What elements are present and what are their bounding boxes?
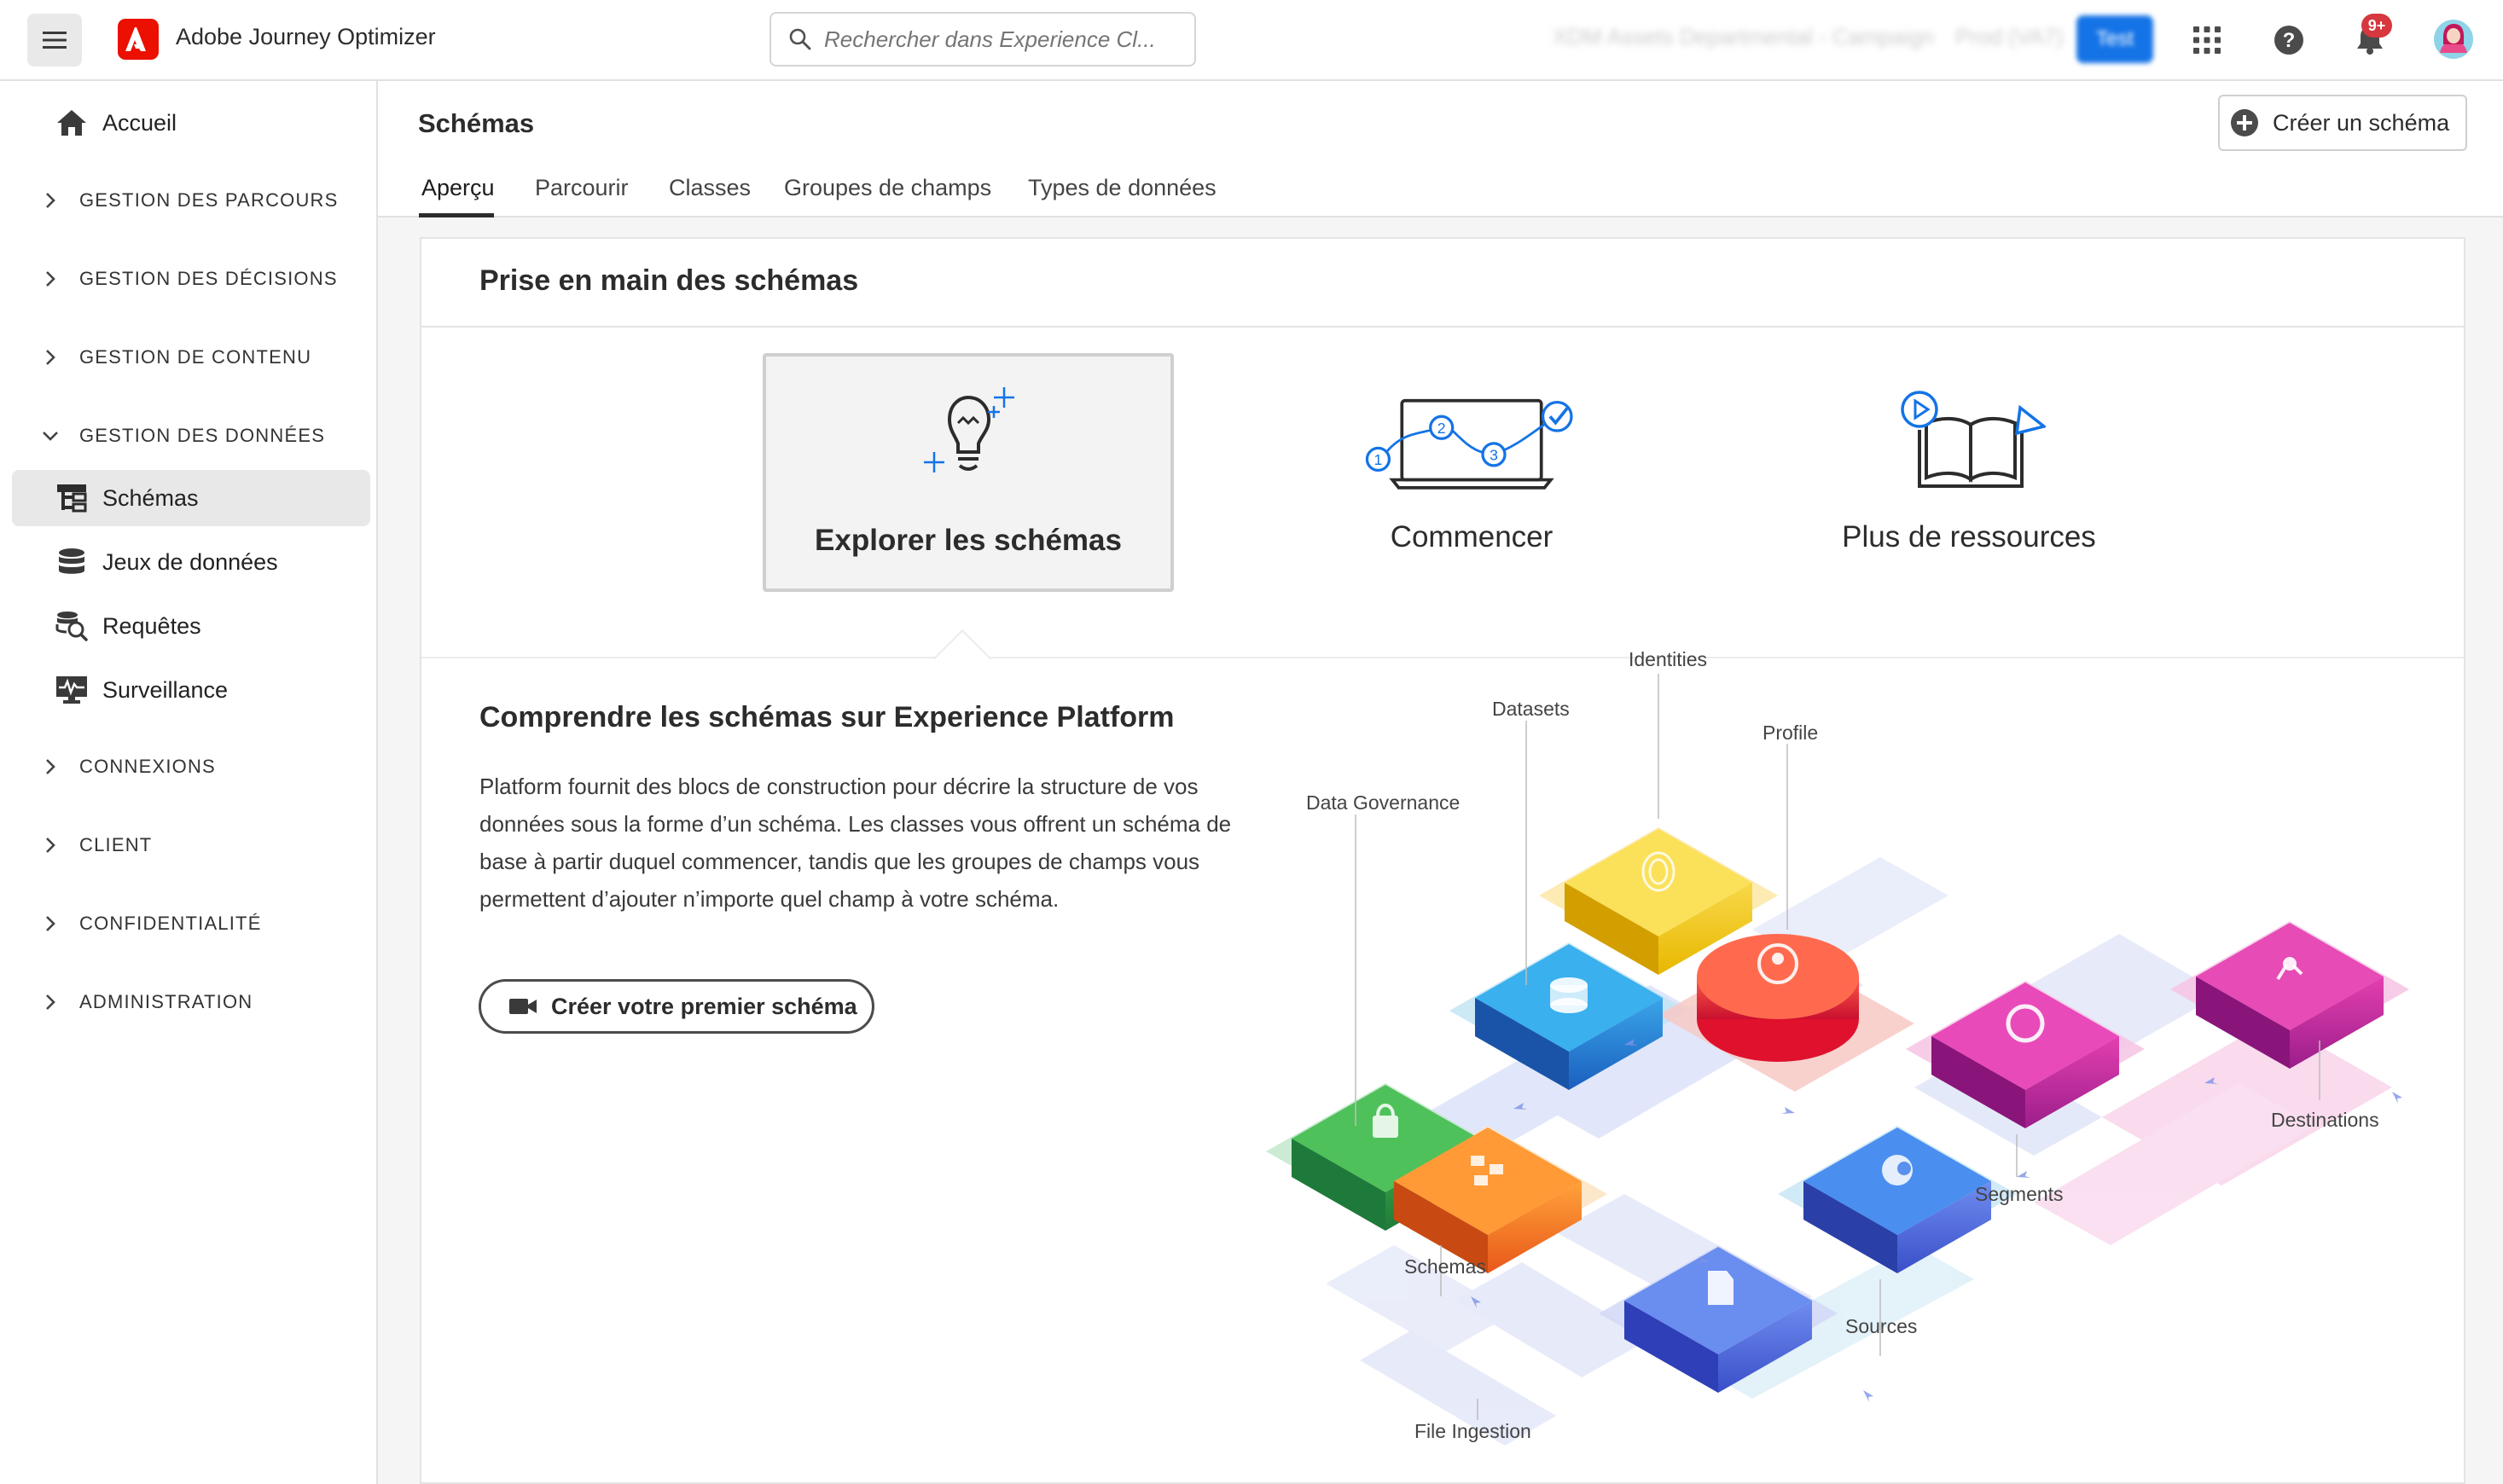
query-icon	[55, 609, 89, 643]
chevron-right-icon	[46, 994, 55, 1010]
sidebar-item-monitoring[interactable]: Surveillance	[12, 662, 370, 718]
option-explore-schemas[interactable]: Explorer les schémas	[763, 353, 1174, 592]
monitoring-icon	[55, 673, 89, 707]
diagram-label-sources: Sources	[1845, 1315, 1918, 1337]
help-button[interactable]: ?	[2269, 20, 2308, 60]
sidebar-item-datasets[interactable]: Jeux de données	[12, 534, 370, 590]
lightbulb-icon	[857, 385, 1079, 505]
create-schema-button[interactable]: Créer un schéma	[2218, 95, 2467, 151]
chevron-right-icon	[46, 759, 55, 774]
page-title: Schémas	[418, 108, 535, 138]
top-bar: Adobe Journey Optimizer XDM Assets Depar…	[0, 0, 2503, 81]
database-icon	[55, 545, 89, 579]
sidebar-section-administration[interactable]: ADMINISTRATION	[12, 977, 370, 1028]
apps-grid-button[interactable]	[2187, 20, 2227, 60]
sidebar-section-journeys[interactable]: GESTION DES PARCOURS	[12, 175, 370, 226]
app-title[interactable]: Adobe Journey Optimizer	[176, 24, 436, 50]
sidebar-section-privacy[interactable]: CONFIDENTIALITÉ	[12, 898, 370, 949]
laptop-steps-icon: 1 2 3	[1361, 382, 1583, 501]
card-title: Prise en main des schémas	[479, 264, 859, 297]
org-switcher[interactable]: XDM Assets Departmental - Campaign	[1553, 24, 1934, 50]
apps-grid-icon	[2193, 26, 2221, 54]
sidebar-section-content[interactable]: GESTION DE CONTENU	[12, 332, 370, 383]
video-camera-icon	[509, 999, 537, 1014]
sidebar-item-home[interactable]: Accueil	[12, 95, 370, 151]
diagram-label-datasets: Datasets	[1492, 698, 1570, 720]
chevron-right-icon	[46, 271, 55, 287]
tab-field-groups[interactable]: Groupes de champs	[784, 175, 991, 201]
option-label: Plus de ressources	[1842, 520, 2096, 554]
diagram-label-file-ingestion: File Ingestion	[1414, 1420, 1531, 1442]
tab-classes[interactable]: Classes	[669, 175, 751, 201]
adobe-a-icon	[125, 27, 146, 51]
sidebar-item-queries[interactable]: Requêtes	[12, 598, 370, 654]
option-more-resources[interactable]: Plus de ressources	[1763, 353, 2175, 592]
page-header: Schémas Créer un schéma Aperçu Parcourir…	[378, 81, 2503, 217]
create-first-schema-button[interactable]: Créer votre premier schéma	[479, 979, 874, 1034]
sidebar-section-data[interactable]: GESTION DES DONNÉES	[12, 410, 370, 461]
chevron-down-icon	[43, 432, 58, 441]
intro-paragraph: Platform fournit des blocs de constructi…	[479, 774, 1232, 912]
getting-started-card: Prise en main des schémas Explorer les s…	[420, 237, 2465, 1484]
user-avatar-button[interactable]	[2433, 19, 2474, 60]
diagram-label-data-governance: Data Governance	[1306, 791, 1461, 814]
diagram-label-identities: Identities	[1629, 648, 1708, 670]
chevron-right-icon	[46, 838, 55, 853]
home-icon	[55, 106, 89, 140]
help-icon: ?	[2274, 26, 2303, 55]
sandbox-switcher[interactable]: Prod (VA7)	[1955, 24, 2064, 50]
book-resources-icon	[1858, 382, 2080, 501]
add-circle-icon	[2231, 109, 2258, 136]
options-strip: Explorer les schémas 1 2 3 Commencer Plu…	[421, 328, 2464, 658]
svg-text:3: 3	[1490, 446, 1498, 463]
schema-icon	[55, 481, 89, 515]
search-icon	[789, 28, 811, 50]
sidebar-nav: Accueil GESTION DES PARCOURS GESTION DES…	[0, 81, 378, 1484]
environment-badge[interactable]: Test	[2076, 15, 2153, 63]
experience-platform-diagram: Identities Datasets Profile Data Governa…	[1266, 648, 2460, 1484]
diagram-label-destinations: Destinations	[2271, 1109, 2379, 1131]
svg-text:2: 2	[1437, 420, 1446, 437]
option-label: Commencer	[1390, 520, 1553, 554]
global-search[interactable]	[769, 12, 1196, 67]
sidebar-item-schemas[interactable]: Schémas	[12, 470, 370, 526]
option-label: Explorer les schémas	[815, 524, 1122, 557]
active-tab-indicator	[419, 213, 494, 217]
tab-data-types[interactable]: Types de données	[1028, 175, 1217, 201]
card-header: Prise en main des schémas	[421, 239, 2464, 328]
sidebar-section-decisions[interactable]: GESTION DES DÉCISIONS	[12, 253, 370, 304]
diagram-label-profile: Profile	[1763, 722, 1819, 744]
diagram-label-segments: Segments	[1975, 1183, 2064, 1205]
search-input[interactable]	[824, 26, 1165, 53]
chevron-right-icon	[46, 193, 55, 208]
tab-overview[interactable]: Aperçu	[421, 175, 495, 201]
chevron-right-icon	[46, 916, 55, 931]
diagram-label-schemas: Schemas	[1404, 1255, 1486, 1278]
adobe-logo[interactable]	[118, 19, 159, 60]
svg-text:?: ?	[2283, 29, 2296, 52]
sidebar-section-connections[interactable]: CONNEXIONS	[12, 741, 370, 792]
sidebar-section-customer[interactable]: CLIENT	[12, 820, 370, 871]
avatar-icon	[2434, 20, 2473, 59]
hamburger-menu-button[interactable]	[27, 14, 82, 67]
tab-browse[interactable]: Parcourir	[535, 175, 629, 201]
chevron-right-icon	[46, 350, 55, 365]
svg-text:1: 1	[1374, 451, 1383, 468]
notification-badge: 9+	[2361, 14, 2392, 38]
intro-heading: Comprendre les schémas sur Experience Pl…	[479, 701, 1175, 733]
hamburger-icon	[43, 32, 67, 49]
option-get-started[interactable]: 1 2 3 Commencer	[1266, 353, 1677, 592]
